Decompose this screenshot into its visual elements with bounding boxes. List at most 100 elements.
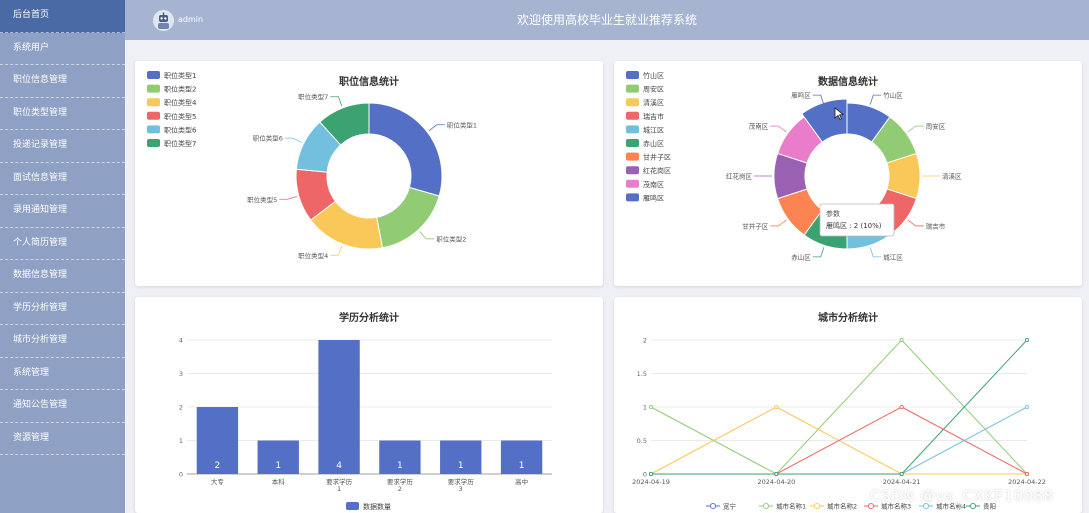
slice-label: 瑞吉市 <box>926 221 946 230</box>
label-line <box>907 125 924 133</box>
sidebar-item[interactable]: 个人简历管理 <box>0 228 125 260</box>
top-header: admin 欢迎使用高校毕业生就业推荐系统 <box>125 0 1089 40</box>
bar <box>318 340 360 474</box>
y-tick-label: 1 <box>643 404 647 412</box>
legend-swatch <box>626 152 639 161</box>
system-title: 欢迎使用高校毕业生就业推荐系统 <box>516 13 697 27</box>
sidebar-item[interactable]: 职位类型管理 <box>0 98 125 130</box>
data-point <box>774 471 779 477</box>
sidebar-item[interactable]: 资源管理 <box>0 423 125 455</box>
legend-label: 周安区 <box>643 85 664 94</box>
y-tick-label: 3 <box>179 370 183 378</box>
slice-label: 红花岗区 <box>726 172 753 181</box>
slice-label: 周安区 <box>926 122 946 131</box>
sidebar-item[interactable]: 数据信息管理 <box>0 260 125 293</box>
slice-label: 职位类型4 <box>298 251 328 260</box>
legend-label: 职位类型6 <box>164 125 197 134</box>
label-line <box>279 196 297 200</box>
sidebar: 后台首页 系统用户 职位信息管理 职位类型管理 投递记录管理 面试信息管理 录用通知管理 个人… <box>0 0 125 513</box>
x-tick-label: 2024-04-19 <box>632 478 670 486</box>
job-info-panel: 职位信息统计 职位类型1 职位类型2 职位类型4 职位类型5 职位类型6 职位类型7 职位类… <box>135 61 603 286</box>
y-tick-label: 1 <box>179 437 183 445</box>
slice-label: 赤山区 <box>791 252 811 261</box>
bar-data-label: 1 <box>397 461 403 471</box>
district-donut-chart: 竹山区周安区清溪区瑞吉市城江区赤山区甘井子区红花岗区茂南区雁鸣区竹山区周安区清溪… <box>626 71 962 261</box>
label-line <box>869 247 882 258</box>
sidebar-item[interactable]: 录用通知管理 <box>0 195 125 228</box>
x-tick-label: 本科 <box>272 477 286 486</box>
legend-label: 清溪区 <box>643 98 664 107</box>
legend-swatch <box>147 71 160 79</box>
label-line <box>770 219 787 227</box>
y-tick-label: 2 <box>179 404 183 412</box>
legend-swatch <box>147 98 160 107</box>
job-type-donut-chart: 职位类型1 职位类型2 职位类型4 职位类型5 职位类型6 职位类型7 职位类型1 职位类型2… <box>147 71 477 260</box>
y-tick-label: 1.5 <box>637 370 647 378</box>
data-info-panel: 数据信息统计 竹山区 周安区 清溪区 瑞吉市 城江区 赤山区 甘井子区 红花岗区 茂南区 雁鸣区竹… <box>614 61 1082 286</box>
chart-tooltip: 参数雁鸣区 : 2 (10%) <box>819 203 895 237</box>
city-panel: 城市分析统计 0 0.5 1 1.5 2 2024-04-19 2024-04-20 2024… <box>614 297 1082 513</box>
sidebar-item[interactable]: 通知公告管理 <box>0 390 125 423</box>
slice-label: 雁鸣区 <box>791 91 811 100</box>
legend-label: 城江区 <box>643 126 664 134</box>
x-tick-label: 2024-04-20 <box>757 478 795 486</box>
sidebar-item[interactable]: 面试信息管理 <box>0 163 125 195</box>
slice-label: 城江区 <box>883 253 903 261</box>
legend-swatch <box>626 98 639 107</box>
pie-slice <box>368 102 443 197</box>
x-tick-label: 2024-04-22 <box>1008 478 1046 486</box>
bar-data-label: 1 <box>275 461 281 471</box>
label-line <box>869 94 882 105</box>
bar-data-label: 1 <box>519 461 525 471</box>
x-tick-label: 3 <box>459 485 463 493</box>
legend-swatch <box>147 111 160 120</box>
data-point <box>774 404 779 410</box>
sidebar-item[interactable]: 后台首页 <box>0 0 125 33</box>
legend-label: 职位类型1 <box>164 71 196 80</box>
legend-marker <box>762 502 770 510</box>
y-tick-label: 4 <box>179 337 183 345</box>
y-tick-label: 2 <box>643 337 647 345</box>
sidebar-item[interactable]: 职位信息管理 <box>0 65 125 98</box>
x-tick-label: 高中 <box>515 477 528 486</box>
legend-label: 瑞吉市 <box>643 112 664 121</box>
sidebar-item[interactable]: 学历分析管理 <box>0 293 125 325</box>
label-line <box>284 137 303 143</box>
label-line <box>812 247 825 258</box>
sidebar-item[interactable]: 系统用户 <box>0 33 125 65</box>
legend-label: 雁鸣区 <box>643 193 664 202</box>
legend-swatch <box>626 139 639 147</box>
data-point <box>1024 337 1030 343</box>
sidebar-item[interactable]: 系统管理 <box>0 358 125 390</box>
label-line <box>770 125 787 133</box>
legend-swatch <box>147 125 160 134</box>
label-line <box>330 245 343 256</box>
legend-swatch <box>346 502 359 510</box>
sidebar-item[interactable]: 城市分析管理 <box>0 325 125 358</box>
legend-swatch <box>626 111 639 120</box>
tooltip-box <box>819 203 895 237</box>
slice-label: 职位类型7 <box>298 92 328 101</box>
legend-label: 数据数量 <box>363 502 391 511</box>
data-point <box>648 404 654 410</box>
slice-label: 职位类型6 <box>253 134 283 143</box>
legend-label: 城市名称2 <box>827 502 857 511</box>
legend-label: 职位类型2 <box>164 85 196 94</box>
legend-label: 竹山区 <box>643 71 664 80</box>
data-point <box>1024 471 1030 477</box>
legend-swatch <box>626 193 639 202</box>
y-tick-label: 0.5 <box>637 437 647 445</box>
city-line-chart: 00.511.522024-04-19 2024-04-20 2024-04-21 2… <box>632 337 1046 511</box>
x-tick-label: 2 <box>398 485 402 493</box>
label-line <box>330 96 343 107</box>
education-bar-chart: 012342大专1本科4要求学历11要求学历21要求学历31高中数据数量 <box>179 337 552 511</box>
watermark: CSDN @yx_CXKF10088 <box>870 487 1054 505</box>
data-point <box>899 337 904 343</box>
legend-label: 城市名称1 <box>776 502 806 511</box>
legend-label: 红花岗区 <box>643 166 671 175</box>
sidebar-item[interactable]: 投递记录管理 <box>0 130 125 163</box>
slice-label: 职位类型5 <box>247 195 277 204</box>
legend-label: 职位类型5 <box>164 112 196 121</box>
legend-marker <box>813 502 821 510</box>
bar-data-label: 4 <box>336 461 342 471</box>
